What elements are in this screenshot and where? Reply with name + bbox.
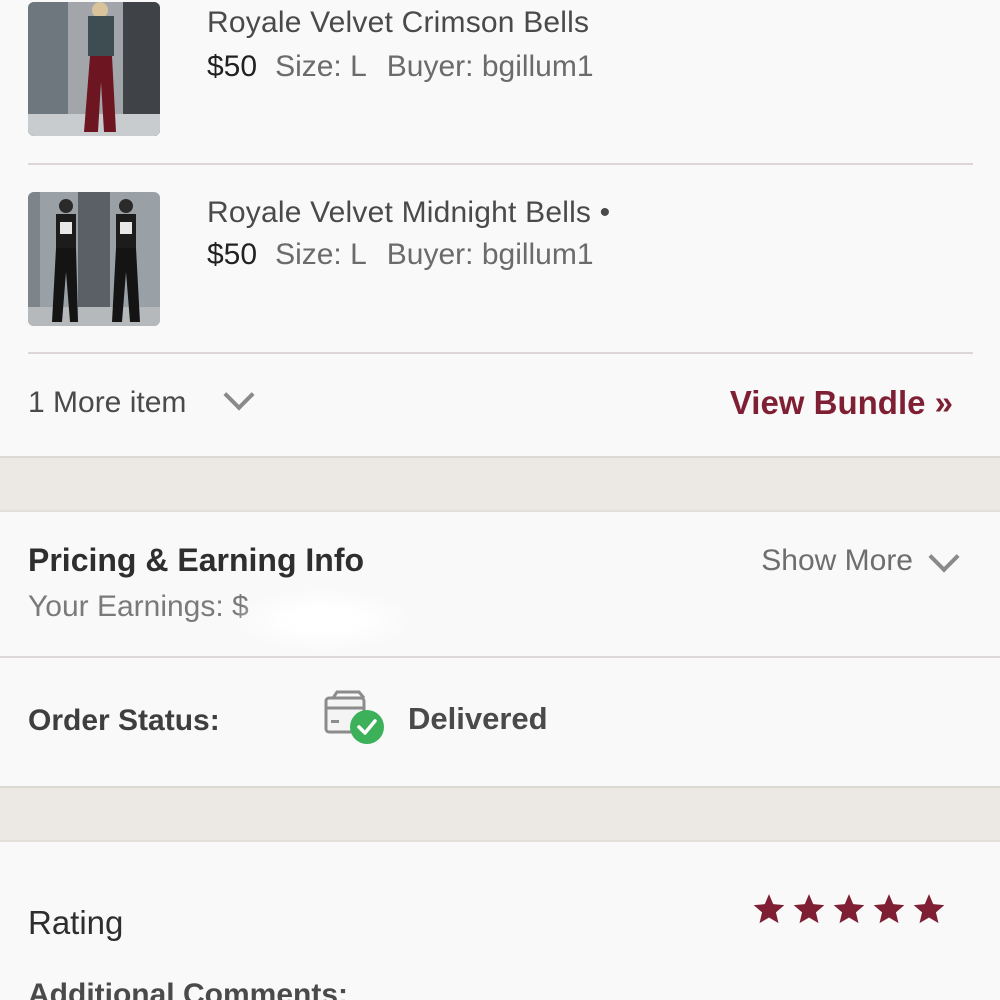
item-price: $50 — [207, 238, 258, 271]
list-item[interactable]: Royale Velvet Crimson Bells $50 Size: L Bu… — [0, 0, 1000, 190]
show-more-button[interactable]: Show More — [761, 544, 913, 578]
order-status-section: Order Status: Delivered — [0, 658, 1000, 786]
more-items-toggle[interactable]: 1 More item — [28, 386, 186, 420]
item-buyer: Buyer: bgillum1 — [386, 238, 594, 271]
pricing-section: Pricing & Earning Info Your Earnings: $ … — [0, 512, 1000, 656]
item-title[interactable]: Royale Velvet Crimson Bells — [207, 6, 589, 40]
product-thumbnail[interactable] — [28, 192, 160, 326]
item-title[interactable]: Royale Velvet Midnight Bells • — [207, 196, 610, 230]
earnings-label: Your Earnings: $ — [28, 590, 249, 623]
product-thumbnail[interactable] — [28, 2, 160, 136]
item-buyer: Buyer: bgillum1 — [386, 50, 594, 83]
chevron-down-icon[interactable] — [928, 541, 960, 573]
redaction-smudge — [238, 590, 408, 650]
comments-label: Additional Comments: — [28, 978, 348, 1000]
product-photo-midnight — [28, 192, 160, 326]
order-status-value: Delivered — [408, 701, 548, 736]
divider — [28, 163, 973, 165]
section-separator — [0, 786, 1000, 842]
chevron-down-icon[interactable] — [223, 379, 255, 411]
pricing-title: Pricing & Earning Info — [28, 542, 365, 578]
item-size: Size: L — [275, 238, 367, 271]
star-icon — [793, 894, 825, 924]
section-separator — [0, 456, 1000, 512]
star-icon — [873, 894, 905, 924]
star-icon — [833, 894, 865, 924]
item-size: Size: L — [275, 50, 367, 83]
rating-title: Rating — [28, 904, 124, 941]
item-meta: $50 Size: L Buyer: bgillum1 — [207, 50, 594, 84]
item-price: $50 — [207, 50, 258, 83]
order-status-label: Order Status: — [28, 704, 220, 737]
order-details-page: Royale Velvet Crimson Bells $50 Size: L Bu… — [0, 0, 1000, 1000]
bundle-row: 1 More item View Bundle » — [0, 356, 1000, 456]
item-meta: $50 Size: L Buyer: bgillum1 — [207, 238, 594, 272]
product-photo-crimson — [28, 2, 160, 136]
star-icon — [913, 894, 945, 924]
view-bundle-link[interactable]: View Bundle » — [730, 384, 953, 422]
rating-stars — [752, 892, 946, 926]
divider — [28, 352, 973, 354]
package-delivered-icon — [324, 690, 384, 744]
star-icon — [753, 894, 785, 924]
